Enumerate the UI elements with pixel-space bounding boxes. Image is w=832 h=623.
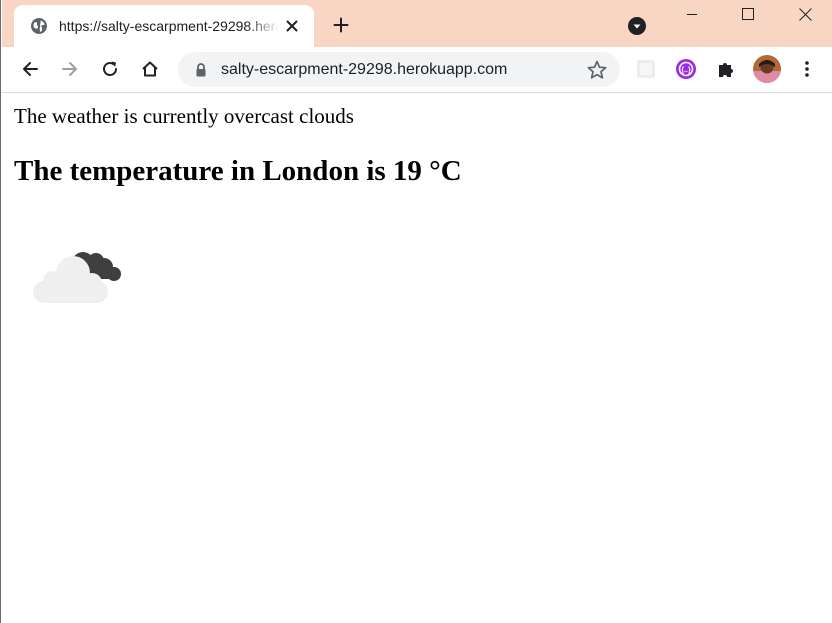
maximize-icon[interactable] <box>725 0 771 28</box>
tab-strip: https://salty-escarpment-29298.herokuapp… <box>2 0 832 47</box>
purple-extension-icon[interactable]: {..} <box>674 57 698 81</box>
bookmark-star-icon[interactable] <box>586 59 608 81</box>
svg-text:{..}: {..} <box>681 67 691 74</box>
browser-window: https://salty-escarpment-29298.herokuapp… <box>0 0 832 623</box>
browser-toolbar: salty-escarpment-29298.herokuapp.com {..… <box>2 47 832 93</box>
reload-icon[interactable] <box>96 55 124 83</box>
globe-icon <box>30 17 48 35</box>
forward-arrow-icon[interactable] <box>56 55 84 83</box>
weather-description: The weather is currently overcast clouds <box>14 104 354 128</box>
new-tab-icon[interactable] <box>329 13 353 37</box>
tab-search-icon[interactable] <box>626 15 648 37</box>
tab-title: https://salty-escarpment-29298.herokuapp… <box>59 18 279 34</box>
close-tab-icon[interactable] <box>282 16 302 36</box>
overcast-clouds-icon <box>30 241 126 307</box>
more-menu-icon[interactable] <box>795 57 819 81</box>
back-arrow-icon[interactable] <box>16 55 44 83</box>
minimize-icon[interactable] <box>669 0 715 28</box>
extensions-puzzle-icon[interactable] <box>714 57 738 81</box>
close-window-icon[interactable] <box>782 0 828 28</box>
temperature-heading: The temperature in London is 19 °C <box>14 155 462 187</box>
page-content: The weather is currently overcast clouds… <box>2 93 832 623</box>
home-icon[interactable] <box>136 55 164 83</box>
profile-avatar[interactable] <box>752 54 782 84</box>
address-bar[interactable]: salty-escarpment-29298.herokuapp.com <box>178 52 620 87</box>
browser-tab[interactable]: https://salty-escarpment-29298.herokuapp… <box>14 5 314 47</box>
url-text[interactable]: salty-escarpment-29298.herokuapp.com <box>221 59 507 81</box>
lock-icon[interactable] <box>194 62 208 78</box>
extension-placeholder-icon[interactable] <box>634 57 658 81</box>
